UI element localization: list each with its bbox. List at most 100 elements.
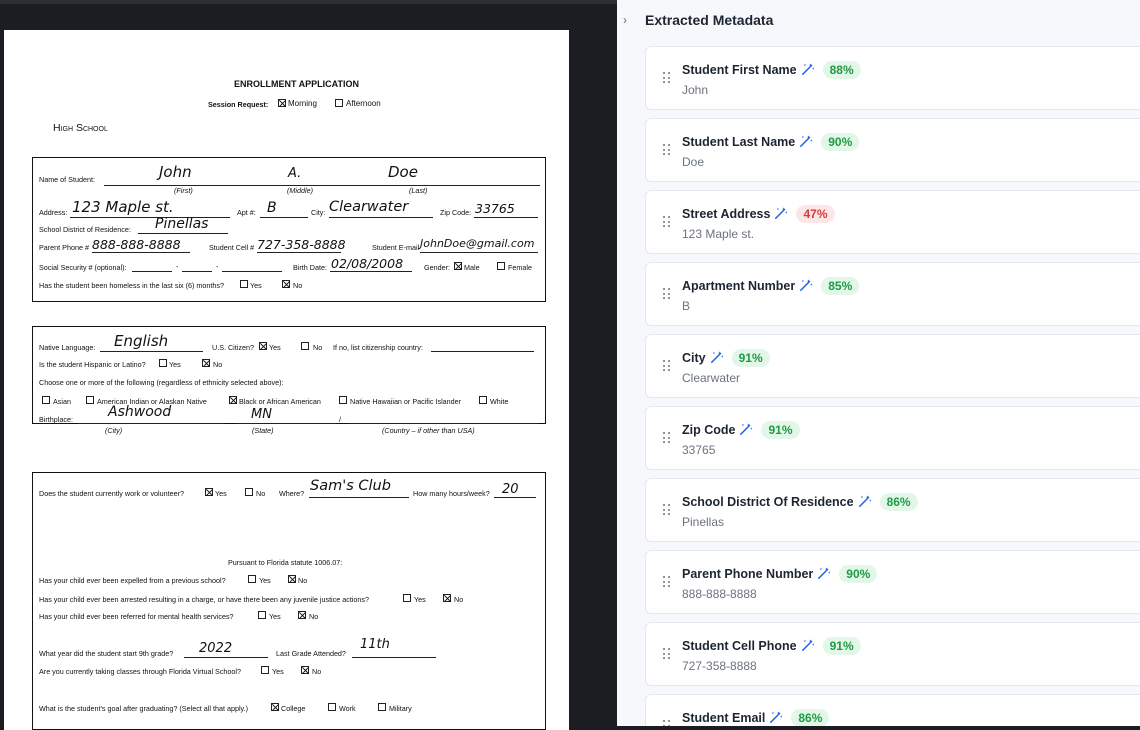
field-name-label: City xyxy=(682,351,706,365)
metadata-field-card[interactable]: School District Of Residence 86% Pinellas xyxy=(645,478,1140,542)
field-value: 123 Maple st. xyxy=(682,227,755,241)
expelled-no-checkbox[interactable] xyxy=(288,575,296,583)
virtual-yes-checkbox[interactable] xyxy=(261,666,269,674)
confidence-badge: 91% xyxy=(731,349,770,367)
apt-label: Apt #: xyxy=(237,208,256,217)
field-value: B xyxy=(682,299,691,313)
hours-label: How many hours/week? xyxy=(413,489,490,498)
ai-extracted-icon xyxy=(801,639,815,652)
citizen-yes-checkbox[interactable] xyxy=(259,342,267,350)
last-grade-label: Last Grade Attended? xyxy=(276,649,346,658)
virtual-school-label: Are you currently taking classes through… xyxy=(39,667,242,676)
session-morning-checkbox[interactable] xyxy=(278,99,286,107)
birthplace-label: Birthplace: xyxy=(39,415,73,424)
drag-handle-icon[interactable] xyxy=(663,72,671,84)
birth-label: Birth Date: xyxy=(293,263,327,272)
race-instruction: Choose one or more of the following (reg… xyxy=(39,378,284,387)
field-value: Pinellas xyxy=(682,515,725,529)
metadata-field-card[interactable]: Zip Code 91% 33765 xyxy=(645,406,1140,470)
metadata-field-card[interactable]: Student Last Name 90% Doe xyxy=(645,118,1140,182)
birth-state-value: MN xyxy=(251,407,272,422)
arrested-yes-label: Yes xyxy=(414,595,426,604)
birth-value: 02/08/2008 xyxy=(331,256,404,271)
hispanic-yes-checkbox[interactable] xyxy=(159,359,167,367)
collapse-chevron-icon[interactable]: › xyxy=(619,12,631,28)
email-value: JohnDoe@gmail.com xyxy=(420,237,535,250)
drag-handle-icon[interactable] xyxy=(663,432,671,444)
goal-military-checkbox[interactable] xyxy=(378,703,386,711)
drag-handle-icon[interactable] xyxy=(663,216,671,228)
drag-handle-icon[interactable] xyxy=(663,360,671,372)
arrested-no-checkbox[interactable] xyxy=(443,594,451,602)
hispanic-no-checkbox[interactable] xyxy=(202,359,210,367)
goal-college-label: College xyxy=(281,704,306,713)
metadata-field-card[interactable]: Student Cell Phone 91% 727-358-8888 xyxy=(645,622,1140,686)
field-name-label: School District Of Residence xyxy=(682,495,854,509)
citizen-yes-label: Yes xyxy=(269,343,281,352)
goal-work-checkbox[interactable] xyxy=(328,703,336,711)
drag-handle-icon[interactable] xyxy=(663,648,671,660)
goal-college-checkbox[interactable] xyxy=(271,703,279,711)
email-label: Student E-mail xyxy=(372,243,420,252)
field-name-label: Student Cell Phone xyxy=(682,639,797,653)
document-viewer: ENROLLMENT APPLICATION Session Request: … xyxy=(0,0,630,730)
work-yes-checkbox[interactable] xyxy=(205,488,213,496)
metadata-field-card[interactable]: Street Address 47% 123 Maple st. xyxy=(645,190,1140,254)
gender-female-checkbox[interactable] xyxy=(497,262,505,270)
citizen-no-checkbox[interactable] xyxy=(301,342,309,350)
referred-no-checkbox[interactable] xyxy=(298,611,306,619)
race-hawaiian-checkbox[interactable] xyxy=(339,396,347,404)
birth-city-value: Ashwood xyxy=(108,404,172,420)
goal-label: What is the student's goal after graduat… xyxy=(39,704,248,713)
gender-male-label: Male xyxy=(464,263,480,272)
metadata-field-card[interactable]: Parent Phone Number 90% 888-888-8888 xyxy=(645,550,1140,614)
race-black-checkbox[interactable] xyxy=(229,396,237,404)
metadata-field-card[interactable]: City 91% Clearwater xyxy=(645,334,1140,398)
field-name-label: Parent Phone Number xyxy=(682,567,814,581)
ai-extracted-icon xyxy=(710,351,724,364)
homeless-yes-checkbox[interactable] xyxy=(240,280,248,288)
homeless-no-checkbox[interactable] xyxy=(282,280,290,288)
first-caption: (First) xyxy=(174,186,193,195)
confidence-badge: 47% xyxy=(796,205,835,223)
first-name-value: John xyxy=(159,163,192,181)
referred-yes-checkbox[interactable] xyxy=(258,611,266,619)
cell-value: 727-358-8888 xyxy=(257,237,346,252)
last-name-value: Doe xyxy=(388,163,418,181)
ai-extracted-icon xyxy=(740,423,753,436)
field-value: 727-358-8888 xyxy=(682,659,757,673)
work-no-checkbox[interactable] xyxy=(245,488,253,496)
arrested-label: Has your child ever been arrested result… xyxy=(39,595,370,604)
race-white-label: White xyxy=(490,397,509,406)
expelled-yes-checkbox[interactable] xyxy=(248,575,256,583)
language-label: Native Language: xyxy=(39,343,96,352)
work-no-label: No xyxy=(256,489,266,498)
drag-handle-icon[interactable] xyxy=(663,720,671,726)
document-page: ENROLLMENT APPLICATION Session Request: … xyxy=(4,30,569,730)
gender-male-checkbox[interactable] xyxy=(454,262,462,270)
session-afternoon-checkbox[interactable] xyxy=(335,99,343,107)
drag-handle-icon[interactable] xyxy=(663,576,671,588)
race-amind-checkbox[interactable] xyxy=(86,396,94,404)
drag-handle-icon[interactable] xyxy=(663,144,671,156)
drag-handle-icon[interactable] xyxy=(663,504,671,516)
metadata-field-card[interactable]: Student First Name 88% John xyxy=(645,46,1140,110)
metadata-field-card[interactable]: Student Email 86% xyxy=(645,694,1140,726)
metadata-field-card[interactable]: Apartment Number 85% B xyxy=(645,262,1140,326)
gender-female-label: Female xyxy=(508,263,532,272)
race-white-checkbox[interactable] xyxy=(479,396,487,404)
confidence-badge: 88% xyxy=(822,61,861,79)
drag-handle-icon[interactable] xyxy=(663,288,671,300)
field-name: Zip Code 91% xyxy=(682,421,800,439)
virtual-no-checkbox[interactable] xyxy=(301,666,309,674)
middle-caption: (Middle) xyxy=(287,186,313,195)
expelled-no-label: No xyxy=(298,576,308,585)
where-label: Where? xyxy=(279,489,305,498)
field-value: Clearwater xyxy=(682,371,741,385)
work-yes-label: Yes xyxy=(215,489,227,498)
race-asian-checkbox[interactable] xyxy=(42,396,50,404)
arrested-yes-checkbox[interactable] xyxy=(403,594,411,602)
ninth-grade-label: What year did the student start 9th grad… xyxy=(39,649,174,658)
confidence-badge: 85% xyxy=(821,277,860,295)
cell-label: Student Cell # xyxy=(209,243,255,252)
